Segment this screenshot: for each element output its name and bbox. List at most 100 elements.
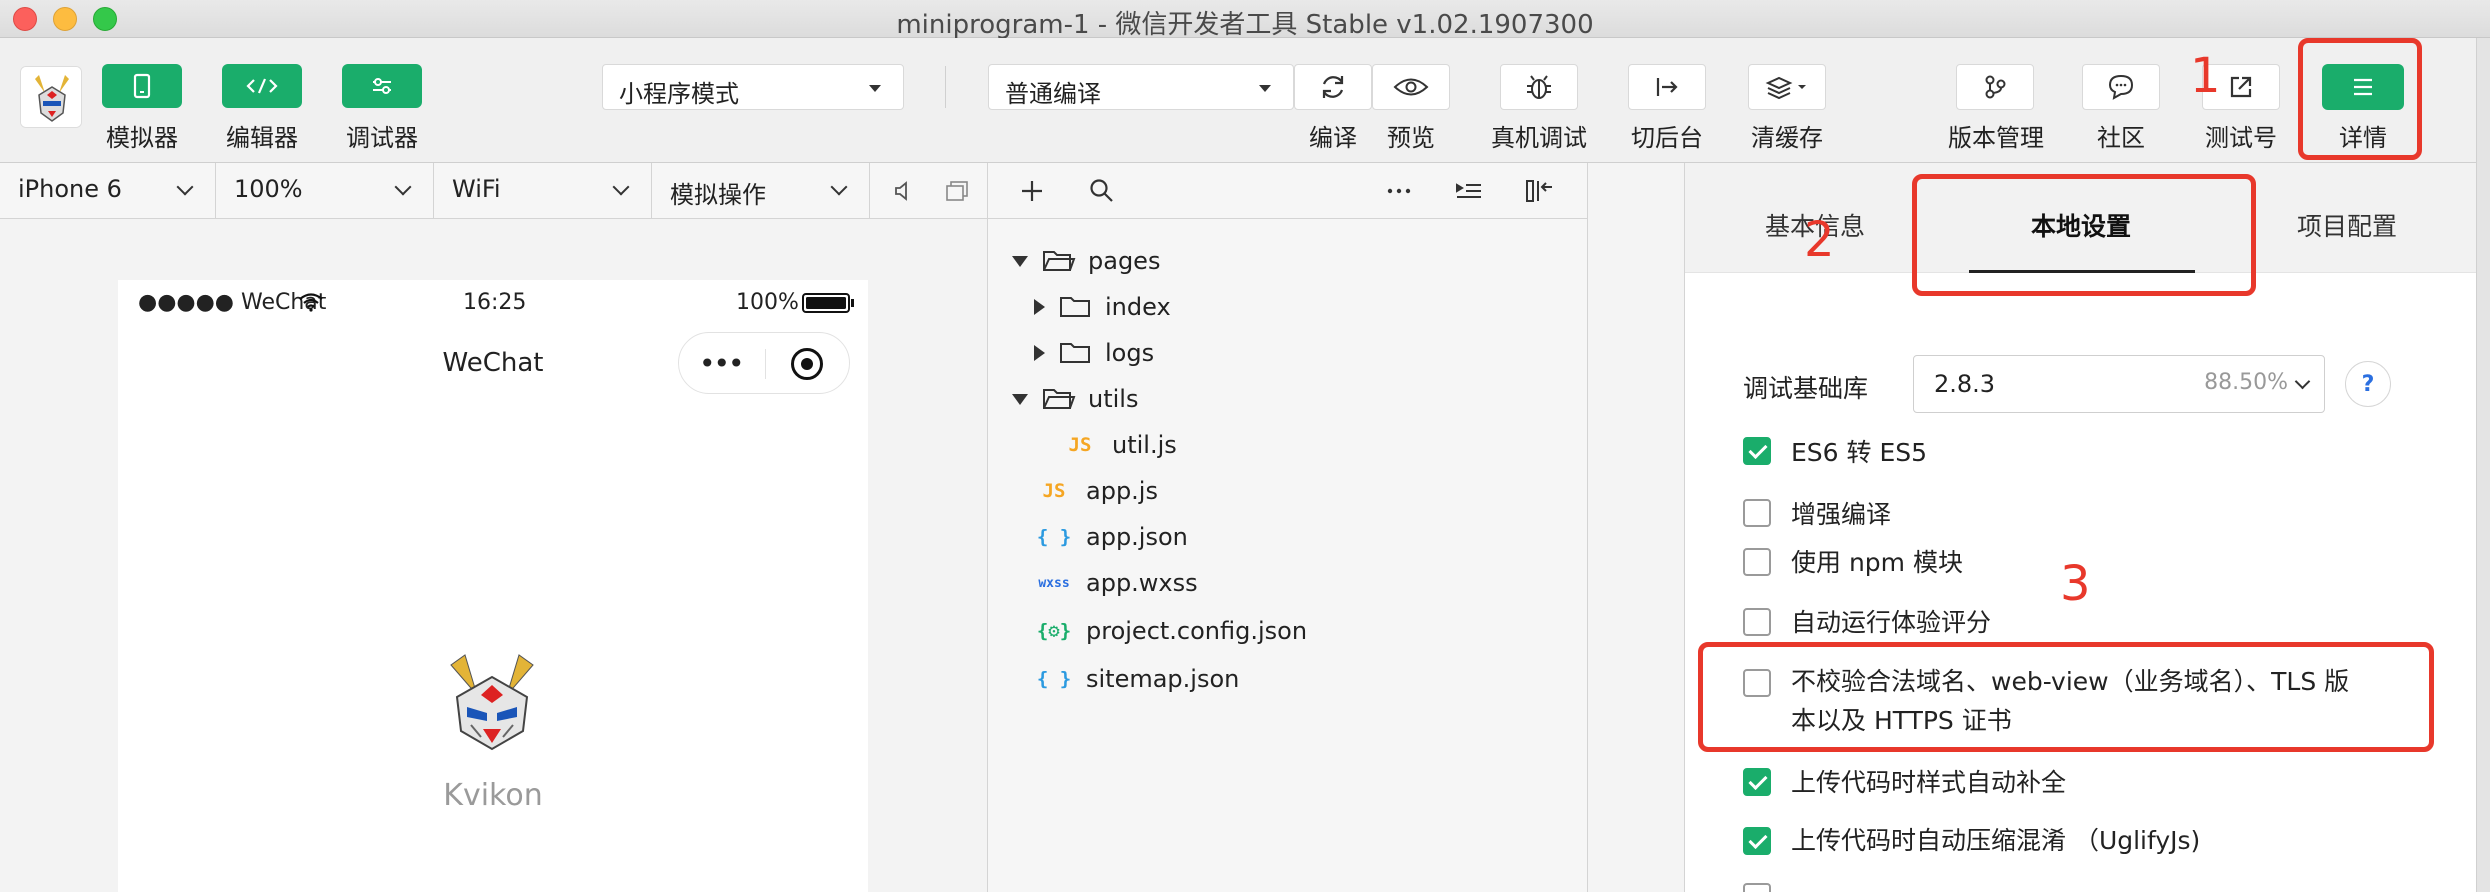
help-button[interactable]: ?: [2345, 361, 2391, 407]
more-icon[interactable]: [1384, 177, 1414, 205]
npm-checkbox[interactable]: [1743, 548, 1771, 576]
compile-mode-select[interactable]: 普通编译: [988, 64, 1294, 110]
wifi-icon: [299, 293, 323, 312]
toggle-panel-icon[interactable]: [1524, 177, 1556, 205]
tree-file-app-json[interactable]: { } app.json: [1034, 521, 1188, 553]
mode-select[interactable]: 小程序模式: [602, 64, 904, 110]
tree-file-sitemap-json[interactable]: { } sitemap.json: [1034, 663, 1240, 695]
tree-item-label: utils: [1088, 385, 1139, 413]
collapsed-arrow-icon: [1034, 345, 1045, 361]
base-lib-select[interactable]: 2.8.3 88.50%: [1913, 355, 2325, 413]
js-file-icon: JS: [1042, 480, 1066, 502]
tree-item-label: app.wxss: [1086, 569, 1198, 597]
main-toolbar: 模拟器 编辑器 调试器 小程序模式 普通编译 编译 预览 真机调试 切后台 清缓…: [0, 38, 2490, 163]
annotation-number-1: 1: [2190, 48, 2221, 104]
file-tree: pages index logs utils JS util.js JS app…: [988, 219, 1588, 892]
external-link-icon: [2230, 76, 2252, 98]
gundam-logo-icon: [450, 654, 534, 751]
layers-icon: [1765, 76, 1806, 100]
es6-option-label: ES6 转 ES5: [1791, 438, 1928, 467]
folder-icon: [1060, 343, 1090, 363]
auto-complete-style-checkbox[interactable]: [1743, 768, 1771, 796]
tree-folder-index[interactable]: index: [1034, 291, 1171, 323]
clock-text: 16:25: [463, 290, 527, 315]
partial-checkbox[interactable]: [1743, 883, 1771, 892]
add-file-icon[interactable]: [1018, 177, 1046, 205]
simulate-operation-select[interactable]: 模拟操作: [652, 163, 870, 219]
refresh-icon: [1322, 76, 1344, 98]
compile-label: 编译: [1309, 124, 1357, 152]
chevron-down-icon: [612, 178, 630, 196]
debug-sliders-icon: [373, 78, 391, 94]
mute-button[interactable]: [892, 179, 916, 207]
uglify-label: 上传代码时自动压缩混淆 （UglifyJs): [1791, 826, 2201, 855]
version-control-button[interactable]: [1956, 64, 2034, 110]
editor-placeholder: [1588, 163, 1684, 892]
device-select[interactable]: iPhone 6: [0, 163, 216, 219]
tree-file-app-wxss[interactable]: wxss app.wxss: [1034, 567, 1198, 599]
uglify-checkbox[interactable]: [1743, 827, 1771, 855]
switch-background-button[interactable]: [1628, 64, 1706, 110]
capsule-menu[interactable]: •••: [678, 332, 850, 394]
tree-item-label: sitemap.json: [1086, 665, 1240, 693]
tree-folder-pages[interactable]: pages: [1012, 245, 1160, 277]
enhanced-compile-checkbox[interactable]: [1743, 499, 1771, 527]
base-lib-percent: 88.50%: [2204, 370, 2288, 395]
compile-button[interactable]: [1294, 64, 1372, 110]
community-button[interactable]: [2082, 64, 2160, 110]
remote-debug-button[interactable]: [1500, 64, 1578, 110]
tree-item-label: util.js: [1112, 431, 1177, 459]
zoom-select[interactable]: 100%: [216, 163, 434, 219]
editor-toggle-button[interactable]: [222, 64, 302, 108]
auto-audit-checkbox[interactable]: [1743, 608, 1771, 636]
tree-file-app-js[interactable]: JS app.js: [1034, 475, 1158, 507]
capsule-divider: [765, 349, 766, 379]
user-avatar[interactable]: [20, 66, 82, 128]
tree-file-util-js[interactable]: JS util.js: [1060, 429, 1177, 461]
clear-cache-button[interactable]: [1748, 64, 1826, 110]
auto-complete-style-label: 上传代码时样式自动补全: [1791, 768, 2067, 797]
annotation-box-domain-check: [1698, 642, 2434, 752]
remote-debug-label: 真机调试: [1491, 124, 1587, 152]
chevron-down-icon: [830, 178, 848, 196]
expanded-arrow-icon: [1012, 393, 1028, 405]
simulator-toggle-button[interactable]: [102, 64, 182, 108]
simulator-area: ●●●●● WeChat 16:25 100% WeChat ••• Kviko…: [0, 219, 988, 892]
tab-project-config[interactable]: 项目配置: [2297, 207, 2397, 243]
folder-open-icon: [1043, 251, 1076, 271]
search-icon[interactable]: [1088, 177, 1116, 205]
debugger-toggle-button[interactable]: [342, 64, 422, 108]
es6-checkbox[interactable]: [1743, 437, 1771, 465]
toolbar-divider: [945, 66, 946, 108]
simulate-operation-value: 模拟操作: [670, 181, 766, 209]
collapse-all-icon[interactable]: [1454, 177, 1484, 205]
tree-folder-utils[interactable]: utils: [1012, 383, 1138, 415]
wxss-file-icon: wxss: [1038, 575, 1070, 591]
chevron-down-icon: [394, 178, 412, 196]
tree-file-project-config[interactable]: {⚙} project.config.json: [1034, 615, 1307, 647]
editor-label: 编辑器: [226, 124, 298, 152]
speaker-icon: [895, 181, 907, 201]
community-label: 社区: [2097, 124, 2145, 152]
more-dots-icon[interactable]: •••: [699, 347, 745, 380]
network-select-value: WiFi: [452, 175, 501, 203]
chevron-down-icon: [869, 85, 881, 92]
close-miniprogram-icon[interactable]: [791, 348, 823, 380]
tree-item-label: logs: [1105, 339, 1155, 367]
annotation-number-3: 3: [2060, 556, 2091, 612]
tree-item-label: app.json: [1086, 523, 1188, 551]
window-icon: [946, 181, 968, 201]
simulator-settings-bar: iPhone 6 100% WiFi 模拟操作: [0, 163, 988, 219]
window-title: miniprogram-1 - 微信开发者工具 Stable v1.02.190…: [896, 10, 1594, 40]
preview-label: 预览: [1387, 124, 1435, 152]
detach-simulator-button[interactable]: [944, 179, 970, 207]
device-select-value: iPhone 6: [18, 175, 122, 203]
right-edge-scrollbar[interactable]: [2476, 38, 2490, 892]
branch-icon: [1985, 75, 2006, 99]
preview-button[interactable]: [1372, 64, 1450, 110]
title-bar: miniprogram-1 - 微信开发者工具 Stable v1.02.190…: [0, 0, 2490, 40]
chevron-down-icon: [1259, 85, 1271, 92]
battery-icon: [802, 293, 854, 313]
tree-folder-logs[interactable]: logs: [1034, 337, 1154, 369]
network-select[interactable]: WiFi: [434, 163, 652, 219]
